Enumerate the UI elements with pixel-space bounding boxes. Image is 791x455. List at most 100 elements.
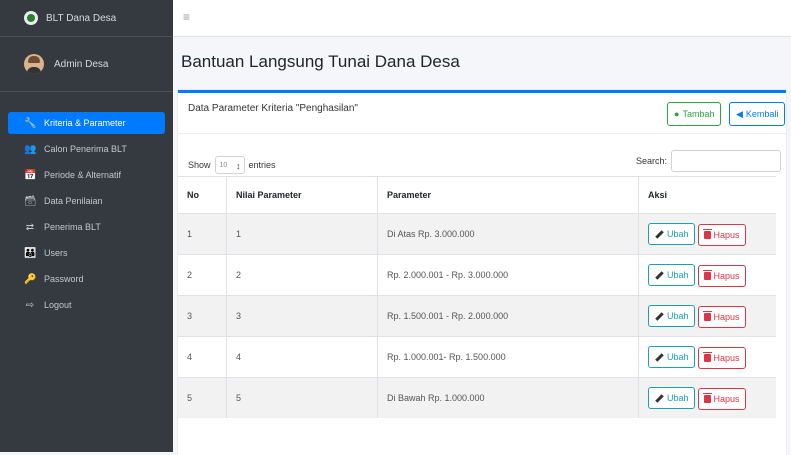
table-row: 5 5 Di Bawah Rp. 1.000.000 Ubah Hapus [178,377,776,418]
sidebar-item-label: Password [44,274,84,284]
page-title: Bantuan Langsung Tunai Dana Desa [181,52,460,71]
cell-no: 3 [178,295,227,337]
table-row: 4 4 Rp. 1.000.001- Rp. 1.500.000 Ubah Hap… [178,336,776,378]
hapus-button[interactable]: Hapus [697,346,746,369]
table-row: 3 3 Rp. 1.500.001 - Rp. 2.000.000 Ubah Ha… [178,295,776,337]
main-content: Bantuan Langsung Tunai Dana Desa Data Pa… [173,36,791,455]
sidebar-item-label: Periode & Alternatif [44,170,122,180]
sidebar-item-label: Logout [44,300,72,310]
entries-label: entries [248,160,276,170]
entries-select[interactable]: 10 [214,156,245,175]
cell-nilai: 5 [226,377,378,418]
kembali-label: Kembali [745,109,779,119]
cell-aksi: Ubah Hapus [638,213,776,255]
user-name: Admin Desa [54,58,109,70]
cell-nilai: 1 [226,213,378,255]
pencil-icon [654,270,664,280]
hapus-label: Hapus [713,229,740,240]
cell-no: 4 [178,336,227,378]
search-input[interactable] [671,150,781,172]
menu-icon[interactable]: ≡ [183,10,190,24]
sidebar-nav: 🔧 Kriteria & Parameter 👥 Calon Penerima … [0,112,173,316]
trash-icon [702,269,712,280]
ubah-label: Ubah [667,228,689,239]
user-panel[interactable]: Admin Desa [0,37,173,92]
cell-parameter: Rp. 1.000.001- Rp. 1.500.000 [377,336,639,378]
tambah-button[interactable]: ● Tambah [667,102,722,126]
cell-aksi: Ubah Hapus [638,254,776,296]
sidebar-item-password[interactable]: 🔑 Password [8,268,165,290]
sidebar: BLT Dana Desa Admin Desa 🔧 Kriteria & Pa… [0,0,173,452]
hapus-button[interactable]: Hapus [697,264,746,287]
hapus-button[interactable]: Hapus [697,387,746,410]
cell-no: 1 [178,213,227,255]
parameter-table: No Nilai Parameter Parameter Aksi 1 1 Di… [178,176,776,418]
arrow-left-circle-icon: ◀ [736,108,743,119]
brand-logo [24,11,38,25]
ubah-button[interactable]: Ubah [648,304,695,327]
pencil-icon [654,393,664,403]
table-header-row: No Nilai Parameter Parameter Aksi [178,176,776,214]
users-icon: 👥 [24,143,37,155]
cell-aksi: Ubah Hapus [638,295,776,337]
pencil-icon [654,311,664,321]
card-header: Data Parameter Kriteria "Penghasilan" ● … [178,93,786,134]
sidebar-item-users[interactable]: 👪 Users [8,242,165,264]
ubah-label: Ubah [667,269,689,280]
sidebar-item-logout[interactable]: ⇨ Logout [8,294,165,316]
header-no[interactable]: No [178,176,227,214]
search-box: Search: [636,150,781,172]
plus-circle-icon: ● [674,109,680,119]
hapus-label: Hapus [713,270,740,281]
ubah-button[interactable]: Ubah [648,386,695,409]
cell-parameter: Rp. 1.500.001 - Rp. 2.000.000 [377,295,639,337]
ubah-button[interactable]: Ubah [648,345,695,368]
sidebar-item-kriteria[interactable]: 🔧 Kriteria & Parameter [8,112,165,134]
header-nilai[interactable]: Nilai Parameter [226,176,378,214]
trash-icon [702,392,712,403]
tambah-label: Tambah [682,109,715,119]
cell-aksi: Ubah Hapus [638,336,776,378]
key-icon: 🔑 [24,273,37,285]
sidebar-item-penerima[interactable]: ⇄ Penerima BLT [8,216,165,238]
brand-link[interactable]: BLT Dana Desa [0,0,173,37]
logout-icon: ⇨ [25,299,35,311]
cell-parameter: Di Atas Rp. 3.000.000 [377,213,639,255]
hapus-label: Hapus [713,352,740,363]
cell-nilai: 2 [226,254,378,296]
brand-text: BLT Dana Desa [46,12,117,24]
pencil-icon [654,229,664,239]
sidebar-item-calon-penerima[interactable]: 👥 Calon Penerima BLT [8,138,165,160]
sidebar-item-label: Data Penilaian [44,196,103,206]
people-arrows-icon: ⇄ [25,221,35,233]
hapus-label: Hapus [713,393,740,404]
entries-length: Show 10 entries [188,156,276,175]
hapus-button[interactable]: Hapus [697,305,746,328]
cell-aksi: Ubah Hapus [638,377,776,418]
sidebar-item-data-penilaian[interactable]: 🗃 Data Penilaian [8,190,165,212]
ubah-button[interactable]: Ubah [648,263,695,286]
calendar-icon: 📅 [24,169,37,181]
header-parameter[interactable]: Parameter [377,176,639,214]
avatar [24,54,44,74]
kembali-button[interactable]: ◀ Kembali [729,102,786,126]
sidebar-item-label: Users [44,248,68,258]
wrench-icon: 🔧 [24,117,37,129]
database-icon: 🗃 [24,195,37,207]
ubah-label: Ubah [667,351,689,362]
hapus-label: Hapus [713,311,740,322]
cell-nilai: 3 [226,295,378,337]
show-label: Show [188,160,211,170]
cell-nilai: 4 [226,336,378,378]
topbar: ≡ [173,0,791,37]
cell-no: 5 [178,377,227,418]
table-row: 1 1 Di Atas Rp. 3.000.000 Ubah Hapus [178,213,776,255]
cell-no: 2 [178,254,227,296]
ubah-button[interactable]: Ubah [648,222,695,245]
cell-parameter: Di Bawah Rp. 1.000.000 [377,377,639,418]
header-aksi[interactable]: Aksi [638,176,776,214]
hapus-button[interactable]: Hapus [697,223,746,246]
sidebar-item-periode[interactable]: 📅 Periode & Alternatif [8,164,165,186]
card-title: Data Parameter Kriteria "Penghasilan" [188,103,358,114]
ubah-label: Ubah [667,310,689,321]
